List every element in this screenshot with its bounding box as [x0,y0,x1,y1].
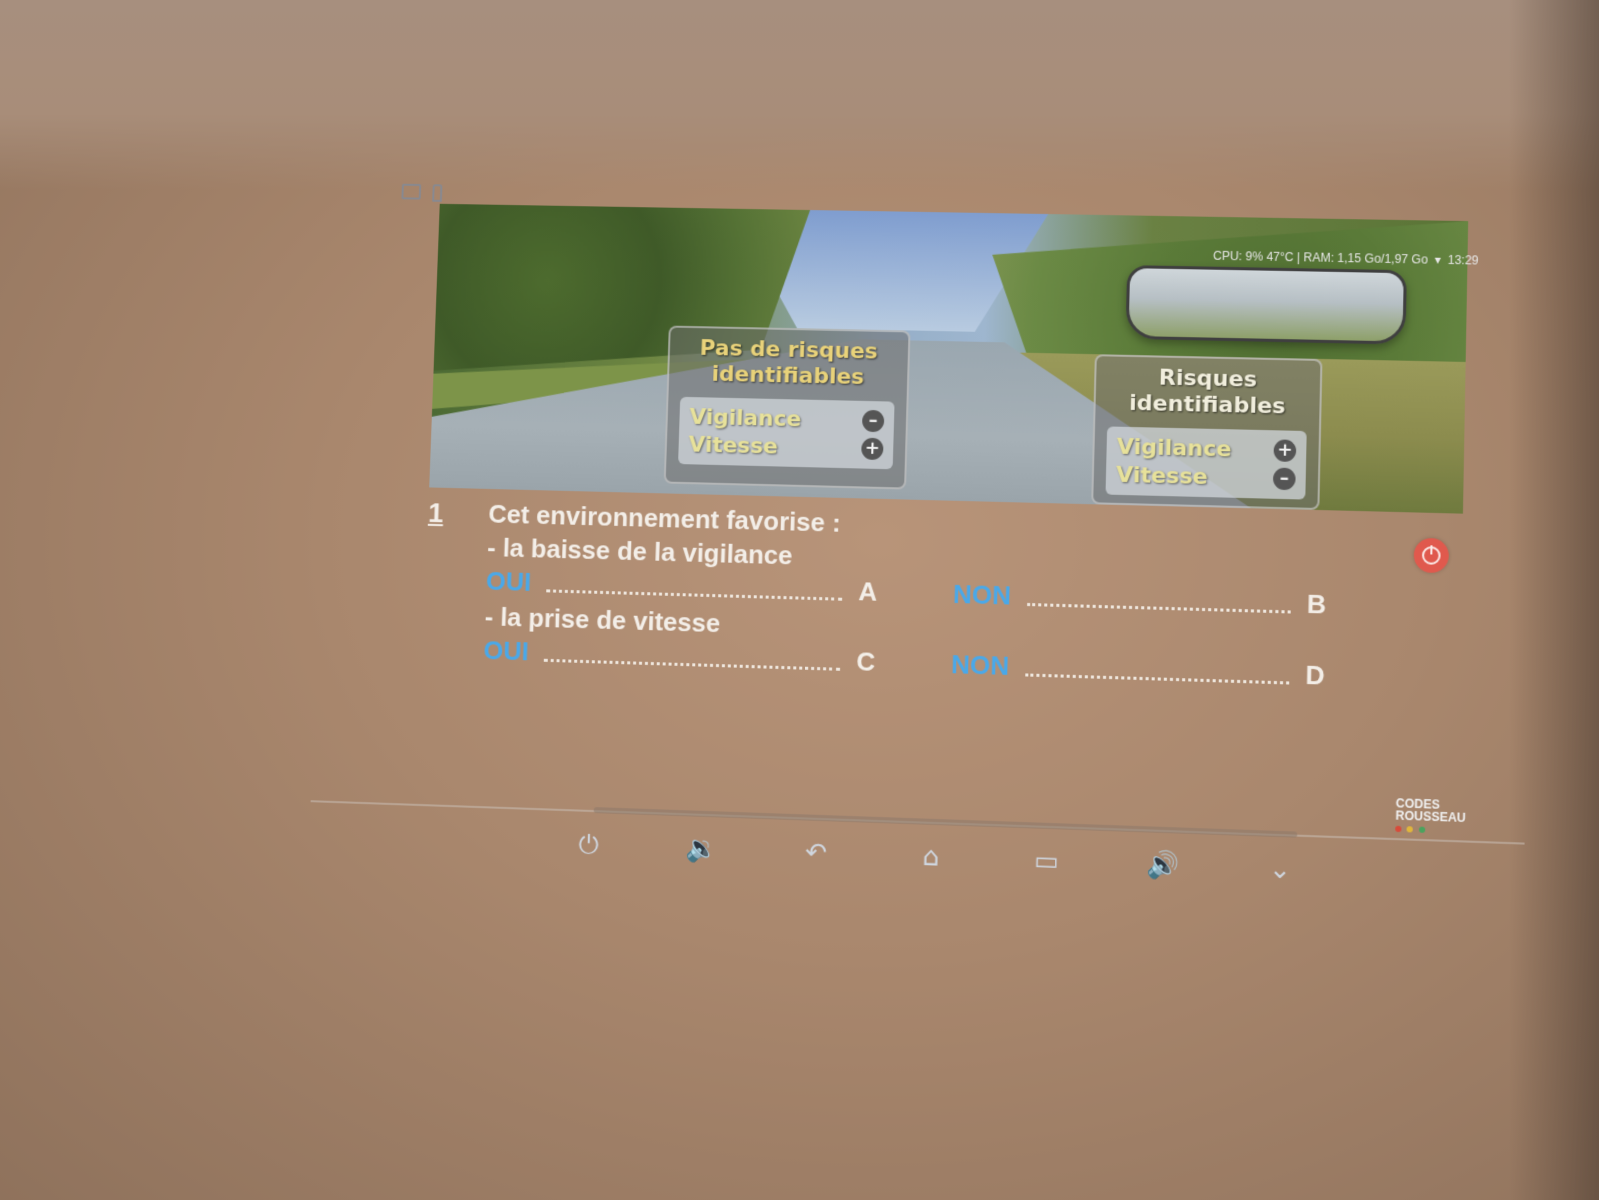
yellow-dot [1406,826,1414,833]
plus-icon: + [1273,439,1297,463]
answer-d[interactable]: NON D [951,649,1325,692]
stopwatch-icon [1421,546,1441,565]
plus-icon: + [861,437,884,461]
risk-box: Risques identifiables Vigilance + Vitess… [1091,354,1323,511]
question-line3: - la prise de vitesse [484,601,721,639]
lock-icon[interactable] [432,184,443,202]
rearview-mirror [1125,265,1407,345]
back-icon[interactable]: ↶ [799,836,832,869]
tray-icons [401,183,443,202]
answer-a[interactable]: OUI A [486,566,878,608]
vitesse-label: Vitesse [1115,462,1209,490]
recent-apps-icon[interactable]: ▭ [1030,845,1063,879]
answer-c-letter: C [856,646,876,677]
answer-c-leader [544,658,841,671]
green-dot [1418,826,1425,833]
power-icon[interactable]: ⏻ [572,828,605,861]
answer-d-word: NON [950,649,1010,681]
answer-b-word: NON [952,578,1012,611]
screenshot-icon[interactable] [401,183,422,200]
risk-vigilance-row: Vigilance + [1116,433,1297,465]
question-number: 1 [427,497,444,529]
question-line2: - la baisse de la vigilance [486,532,793,571]
projected-screen: Pas de risques identifiables Vigilance –… [299,173,1566,895]
vitesse-label: Vitesse [688,432,779,460]
answer-a-leader [546,589,843,601]
answer-b[interactable]: NON B [953,579,1327,621]
vigilance-label: Vigilance [1116,434,1232,462]
minus-icon: – [1272,467,1296,491]
risk-title-line2: identifiables [1128,390,1286,420]
collapse-icon[interactable]: ⌄ [1263,853,1297,887]
answer-b-letter: B [1306,588,1327,620]
red-dot [1395,825,1402,833]
volume-down-icon[interactable]: 🔉 [685,832,718,865]
volume-up-icon[interactable]: 🔊 [1146,849,1180,883]
wifi-icon: ▾ [1431,252,1445,267]
risk-details: Vigilance + Vitesse – [1105,426,1307,500]
question-line1: Cet environnement favorise : [487,498,842,538]
clock: 13:29 [1447,252,1479,268]
minus-icon: – [861,409,885,433]
risk-vitesse-row: Vitesse – [1116,461,1296,494]
vigilance-label: Vigilance [689,404,802,432]
codes-rousseau-logo: CODES ROUSSEAU [1395,796,1466,836]
no-risk-title-line2: identifiables [711,361,865,391]
answer-b-leader [1026,602,1291,614]
home-icon[interactable]: ⌂ [914,841,947,875]
answer-d-letter: D [1305,659,1326,691]
timer-button[interactable] [1413,537,1450,574]
wall-top [0,0,1599,190]
answer-c[interactable]: OUI C [483,635,876,678]
no-risk-vitesse-row: Vitesse + [688,431,884,463]
no-risk-details: Vigilance – Vitesse + [678,396,895,470]
answer-c-word: OUI [483,635,530,667]
answer-a-word: OUI [485,565,532,597]
answer-a-letter: A [858,576,878,607]
no-risk-box: Pas de risques identifiables Vigilance –… [663,325,911,490]
android-navigation-bar: ⏻ 🔉 ↶ ⌂ ▭ 🔊 ⌄ [572,824,1297,891]
answer-d-leader [1025,673,1289,685]
